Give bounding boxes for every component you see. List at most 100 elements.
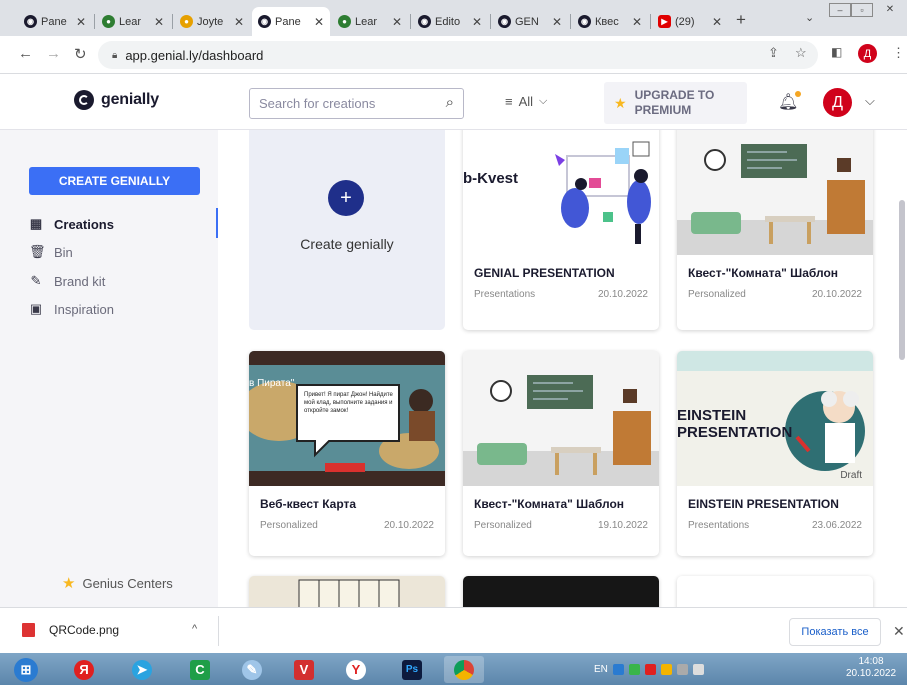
taskbar-app-photoshop[interactable]: Ps <box>392 656 432 683</box>
yandex-icon: Я <box>74 659 94 680</box>
sidebar-item-bin[interactable]: 🗑︎ Bin <box>29 244 73 260</box>
download-item[interactable]: QRCode.png <box>22 623 119 637</box>
tab-title: Pane <box>275 15 301 28</box>
minimize-window-icon[interactable]: – <box>829 3 851 17</box>
taskbar-app-vivaldi[interactable]: V <box>284 656 324 683</box>
forward-arrow-icon[interactable]: → <box>46 45 61 62</box>
tray-app-icon[interactable] <box>612 663 624 675</box>
system-tray: EN <box>594 653 704 685</box>
browser-tab[interactable]: ◉ Pane ✕ <box>18 7 92 36</box>
brand-kit-icon: ✎ <box>30 273 42 288</box>
tab-close-icon[interactable]: ✕ <box>712 15 722 29</box>
kebab-menu-icon[interactable]: ⋮ <box>892 45 905 61</box>
chevron-up-icon[interactable]: ^ <box>192 623 197 635</box>
tab-close-icon[interactable]: ✕ <box>472 15 482 29</box>
share-icon[interactable]: ⇪ <box>768 45 779 61</box>
tab-close-icon[interactable]: ✕ <box>392 15 402 29</box>
search-input[interactable]: Search for creations ⌕ <box>249 88 464 119</box>
card-category: Presentations <box>474 289 536 300</box>
upgrade-premium-button[interactable]: ★ UPGRADE TO PREMIUM <box>604 82 747 124</box>
tab-title: Lear <box>119 15 142 28</box>
tab-title: Edito <box>435 15 461 28</box>
reload-icon[interactable]: ↻ <box>74 45 87 63</box>
creation-card[interactable]: b-Kvest GENIAL PRESENTATION Presentation… <box>463 130 659 330</box>
back-arrow-icon[interactable]: ← <box>18 45 33 62</box>
bookmark-star-icon[interactable]: ☆ <box>795 45 807 61</box>
scrollbar[interactable] <box>899 200 905 360</box>
star-icon: ★ <box>62 575 76 592</box>
browser-tab[interactable]: ◉ Квес ✕ <box>572 7 648 36</box>
creation-card[interactable]: EINSTEIN PRESENTATION Draft EINSTEIN PRE… <box>677 351 873 556</box>
maximize-window-icon[interactable]: ▫ <box>851 3 873 17</box>
genially-logo[interactable]: genially <box>74 90 159 110</box>
sidebar-item-creations[interactable]: ▦ Creations <box>29 216 114 232</box>
tab-close-icon[interactable]: ✕ <box>632 15 642 29</box>
taskbar-app-yandex-browser[interactable]: Y <box>336 656 376 683</box>
room-illustration-icon <box>463 351 659 486</box>
telegram-icon: ➤ <box>132 659 152 680</box>
chevron-down-icon[interactable]: ⌵ <box>865 93 875 109</box>
card-date: 20.10.2022 <box>597 289 648 300</box>
browser-tab[interactable]: ● Joyte ✕ <box>174 7 250 36</box>
new-tab-button[interactable]: + <box>736 10 746 30</box>
creation-card[interactable]: Квест-"Комната" Шаблон Personalized 20.1… <box>677 130 873 330</box>
tab-title: Pane <box>41 15 67 28</box>
tab-close-icon[interactable]: ✕ <box>154 15 164 29</box>
yandex-browser-icon: Y <box>346 659 366 680</box>
logo-text: genially <box>101 91 159 108</box>
show-all-button[interactable]: Показать все <box>789 618 881 646</box>
youtube-favicon-icon: ▶ <box>658 15 671 28</box>
draft-badge: Draft <box>840 470 862 481</box>
browser-tab-strip: ◉ Pane ✕ ● Lear ✕ ● Joyte ✕ ◉ Pane ✕ ● L… <box>0 0 907 36</box>
browser-tab-active[interactable]: ◉ Pane ✕ <box>252 7 330 36</box>
card-category: Personalized <box>688 289 746 300</box>
tray-app-icon[interactable] <box>644 663 656 675</box>
close-window-icon[interactable]: ✕ <box>879 3 901 17</box>
card-date: 23.06.2022 <box>811 520 862 531</box>
creation-card[interactable] <box>463 576 659 607</box>
close-icon[interactable]: ✕ <box>893 623 905 640</box>
taskbar-app-paint[interactable]: ✎ <box>232 656 272 683</box>
tab-close-icon[interactable]: ✕ <box>552 15 562 29</box>
create-genially-card[interactable]: + Create genially <box>249 130 445 330</box>
address-bar[interactable]: 🔒︎ app.genial.ly/dashboard <box>98 41 818 69</box>
browser-tab[interactable]: ◉ Edito ✕ <box>412 7 488 36</box>
tab-close-icon[interactable]: ✕ <box>314 15 324 29</box>
notification-bell-icon[interactable]: 🔔︎ <box>778 91 802 112</box>
tab-close-icon[interactable]: ✕ <box>76 15 86 29</box>
system-clock[interactable]: 14:08 20.10.2022 <box>840 656 902 680</box>
filter-dropdown[interactable]: ≡ All ⌵ <box>505 94 547 109</box>
browser-tab[interactable]: ◉ GEN ✕ <box>492 7 568 36</box>
url-text: app.genial.ly/dashboard <box>125 47 264 63</box>
tray-app-icon[interactable] <box>628 663 640 675</box>
creation-card[interactable] <box>249 576 445 607</box>
side-panel-icon[interactable]: ◧ <box>831 45 842 59</box>
taskbar-app-telegram[interactable]: ➤ <box>122 656 162 683</box>
browser-tab[interactable]: ● Lear ✕ <box>332 7 408 36</box>
language-indicator[interactable]: EN <box>594 664 608 675</box>
tab-search-chevron-icon[interactable]: ⌄ <box>805 11 814 24</box>
sidebar-item-brand-kit[interactable]: ✎ Brand kit <box>29 273 106 289</box>
taskbar-app-classroom[interactable]: C <box>180 656 220 683</box>
create-genially-button[interactable]: CREATE GENIALLY <box>29 167 200 195</box>
network-icon[interactable] <box>676 663 688 675</box>
sidebar: CREATE GENIALLY ▦ Creations 🗑︎ Bin ✎ Bra… <box>0 130 219 607</box>
profile-avatar[interactable]: Д <box>858 44 877 63</box>
volume-icon[interactable] <box>692 663 704 675</box>
browser-tab[interactable]: ▶ (29) ✕ <box>652 7 728 36</box>
filter-lines-icon: ≡ <box>505 94 513 109</box>
taskbar-app-yandex[interactable]: Я <box>64 656 104 683</box>
creation-card[interactable]: Квест-"Комната" Шаблон Personalized 19.1… <box>463 351 659 556</box>
sidebar-item-inspiration[interactable]: ▣ Inspiration <box>29 301 114 317</box>
creation-card[interactable] <box>677 576 873 607</box>
creation-card[interactable]: в Пирата" Привет! Я пират Джон! Найдите … <box>249 351 445 556</box>
search-icon[interactable]: ⌕ <box>446 94 454 111</box>
genius-centers-link[interactable]: ★ Genius Centers <box>62 574 173 592</box>
taskbar-app-chrome[interactable] <box>444 656 484 683</box>
tray-app-icon[interactable] <box>660 663 672 675</box>
tab-title: GEN <box>515 15 539 28</box>
start-button[interactable]: ⊞ <box>6 656 46 683</box>
browser-tab[interactable]: ● Lear ✕ <box>96 7 170 36</box>
user-avatar[interactable]: Д <box>823 88 852 117</box>
tab-close-icon[interactable]: ✕ <box>234 15 244 29</box>
